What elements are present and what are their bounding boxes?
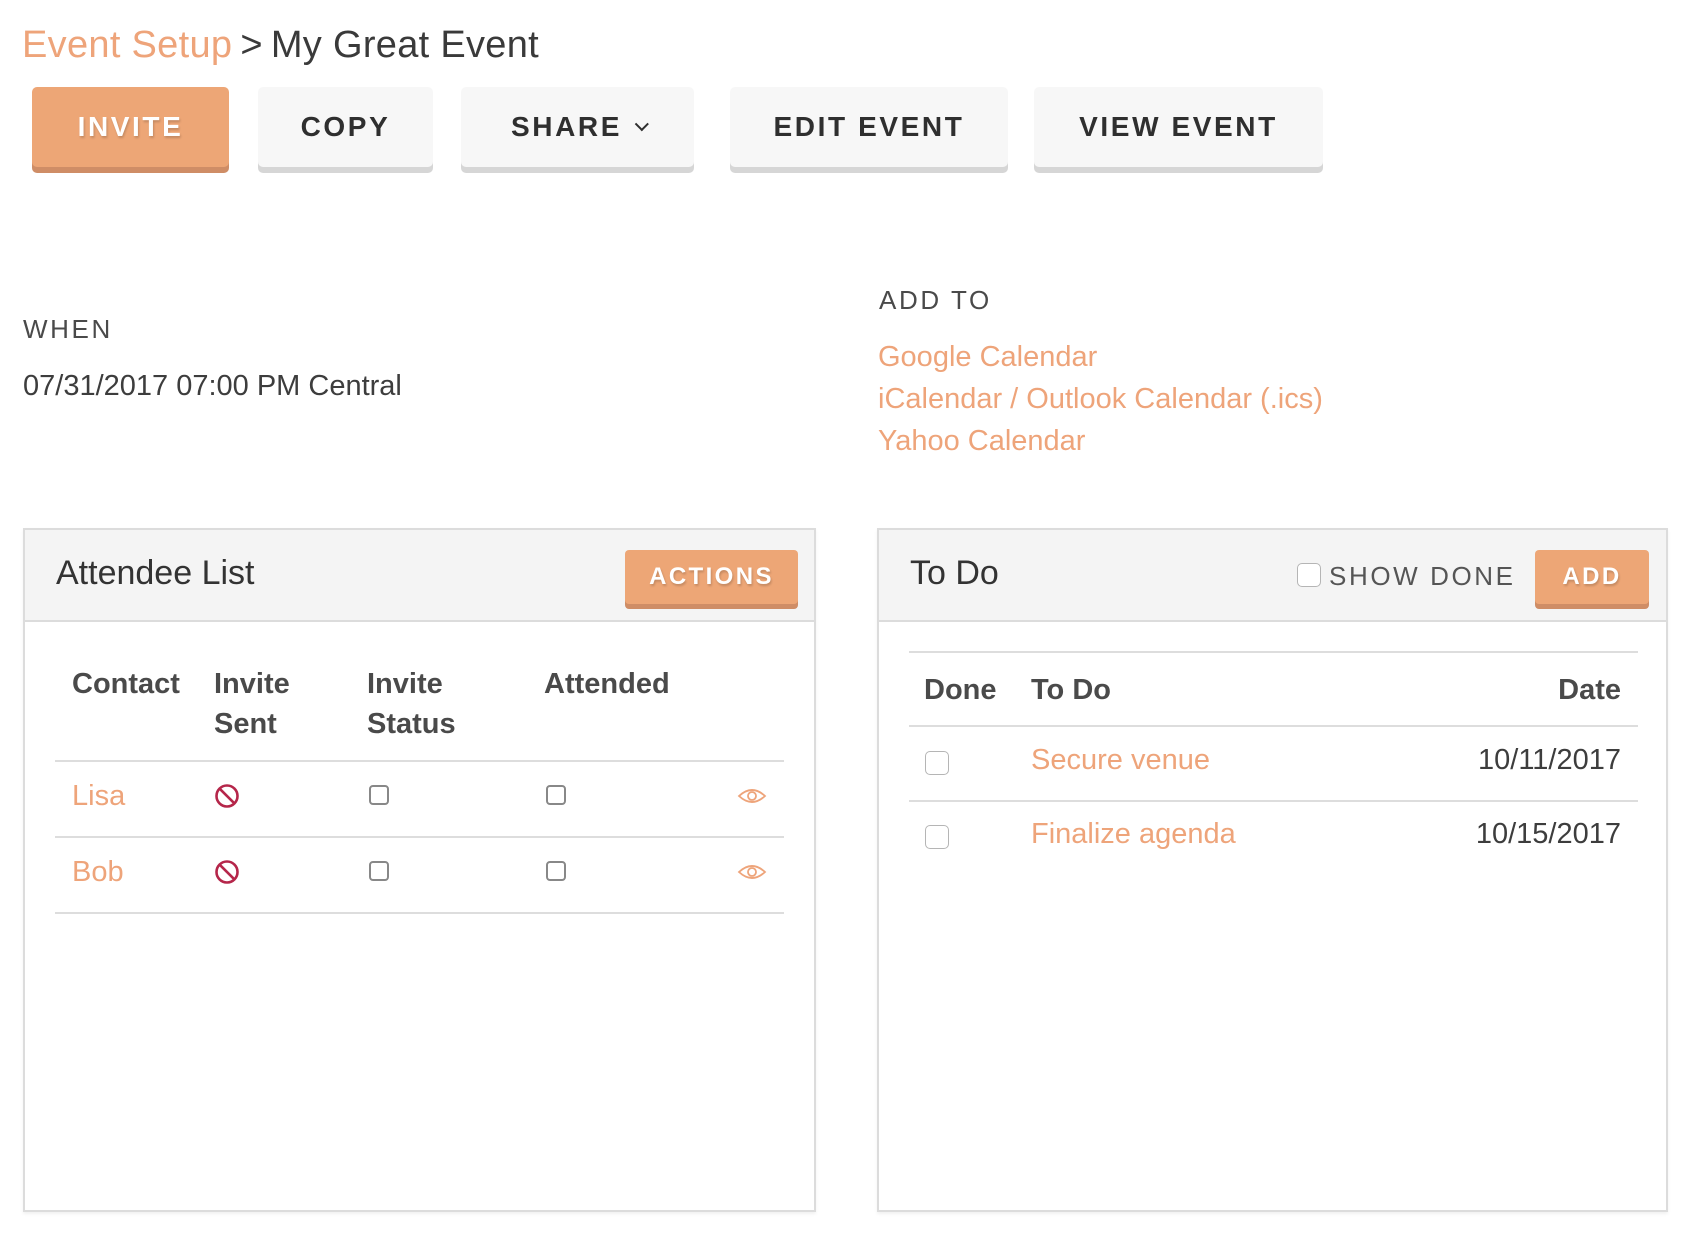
page-title: My Great Event xyxy=(270,24,540,66)
todo-panel-title: To Do xyxy=(910,554,999,592)
column-header-todo: To Do xyxy=(1031,674,1111,706)
todo-panel: To Do SHOW DONE ADD Done To Do Date Secu… xyxy=(877,528,1668,1212)
todo-date: 10/11/2017 xyxy=(1478,744,1621,776)
contact-link[interactable]: Bob xyxy=(72,856,124,889)
edit-event-button-label: EDIT EVENT xyxy=(773,111,965,142)
breadcrumb: Event Setup > My Great Event xyxy=(22,24,539,67)
invite-status-checkbox[interactable] xyxy=(369,785,389,805)
contact-link[interactable]: Lisa xyxy=(72,780,125,813)
show-done-checkbox[interactable] xyxy=(1297,563,1321,587)
ban-icon xyxy=(215,860,239,884)
add-todo-button-label: ADD xyxy=(1562,563,1622,590)
done-checkbox[interactable] xyxy=(925,825,949,849)
table-divider xyxy=(909,651,1638,653)
column-header-done: Done xyxy=(924,674,997,706)
add-to-label: ADD TO xyxy=(879,285,992,315)
column-header-invite-sent: Invite Sent xyxy=(214,668,290,740)
yahoo-calendar-link[interactable]: Yahoo Calendar xyxy=(878,425,1085,458)
eye-icon[interactable] xyxy=(737,863,767,881)
todo-panel-header: To Do SHOW DONE ADD xyxy=(879,530,1666,622)
attendee-panel-title: Attendee List xyxy=(56,554,255,592)
breadcrumb-separator: > xyxy=(240,24,263,66)
todo-task-link[interactable]: Finalize agenda xyxy=(1031,818,1236,851)
invite-button-label: INVITE xyxy=(77,111,184,142)
table-divider xyxy=(909,725,1638,727)
attendee-panel-header: Attendee List ACTIONS xyxy=(25,530,814,622)
actions-button[interactable]: ACTIONS xyxy=(625,550,798,604)
icalendar-outlook-link[interactable]: iCalendar / Outlook Calendar (.ics) xyxy=(878,383,1323,416)
attended-checkbox[interactable] xyxy=(546,785,566,805)
copy-button[interactable]: COPY xyxy=(258,87,433,167)
todo-date: 10/15/2017 xyxy=(1475,818,1621,850)
column-header-invite-status: Invite Status xyxy=(367,668,456,740)
view-event-button[interactable]: VIEW EVENT xyxy=(1034,87,1323,167)
chevron-down-icon xyxy=(634,117,649,132)
view-event-button-label: VIEW EVENT xyxy=(1079,111,1278,142)
actions-button-label: ACTIONS xyxy=(649,563,774,590)
eye-icon[interactable] xyxy=(737,787,767,805)
copy-button-label: COPY xyxy=(300,111,391,142)
google-calendar-link[interactable]: Google Calendar xyxy=(878,341,1097,374)
column-header-date: Date xyxy=(1558,674,1621,706)
breadcrumb-event-setup-link[interactable]: Event Setup xyxy=(22,24,232,66)
column-header-attended: Attended xyxy=(544,668,670,700)
event-datetime: 07/31/2017 07:00 PM Central xyxy=(23,370,402,402)
done-checkbox[interactable] xyxy=(925,751,949,775)
ban-icon xyxy=(215,784,239,808)
table-divider xyxy=(55,912,784,914)
table-divider xyxy=(909,800,1638,802)
table-divider xyxy=(55,836,784,838)
column-header-contact: Contact xyxy=(72,668,180,700)
attended-checkbox[interactable] xyxy=(546,861,566,881)
todo-task-link[interactable]: Secure venue xyxy=(1031,744,1210,777)
invite-button[interactable]: INVITE xyxy=(32,87,229,167)
invite-status-checkbox[interactable] xyxy=(369,861,389,881)
share-button-label: SHARE xyxy=(510,111,622,142)
add-todo-button[interactable]: ADD xyxy=(1535,550,1649,604)
table-divider xyxy=(55,760,784,762)
attendee-list-panel: Attendee List ACTIONS Contact Invite Sent… xyxy=(23,528,816,1212)
show-done-label[interactable]: SHOW DONE xyxy=(1329,561,1516,592)
edit-event-button[interactable]: EDIT EVENT xyxy=(730,87,1008,167)
share-button[interactable]: SHARE xyxy=(461,87,694,167)
when-label: WHEN xyxy=(23,314,113,344)
